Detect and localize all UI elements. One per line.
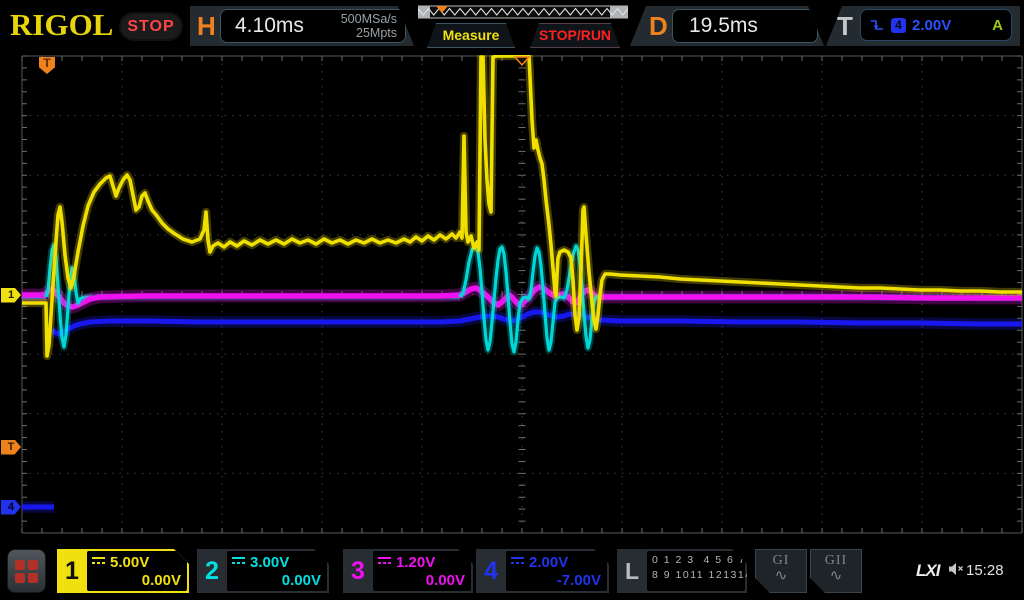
timebase-value: 4.10ms [235,14,304,38]
channel-3-box[interactable]: 3 1.20V 0.00V [343,549,473,593]
ch1-coupling-icon [92,557,105,567]
trigger-status: A [992,17,1003,34]
speaker-muted-icon [948,562,964,576]
ch2-scale: 3.00V [250,554,289,571]
oscilloscope-screen: T 1T4 RIGOL STOP H 4.10ms 500MSa/s 25Mpt… [0,0,1024,600]
channel-2-number: 2 [197,549,227,593]
horizontal-settings-tab[interactable]: H 4.10ms 500MSa/s 25Mpts [190,6,414,46]
delay-value: 19.5ms [689,14,758,38]
ch1-offset: 0.00V [92,572,181,592]
clock: 15:28 [966,562,1004,579]
ch4-offset: -7.00V [511,572,601,592]
lxi-indicator: LXI [916,561,939,581]
stop-run-button[interactable]: STOP/RUN [530,23,620,48]
channel-1-box[interactable]: 1 5.00V 0.00V [57,549,189,593]
ch2-coupling-icon [232,557,245,567]
acquisition-info: 500MSa/s 25Mpts [341,12,397,40]
trigger-settings-tab[interactable]: T 4 2.00V A [826,6,1020,46]
channel-4-number: 4 [476,549,506,593]
t-label: T [837,11,853,42]
ch3-offset: 0.00V [378,572,465,592]
channel-3-number: 3 [343,549,373,593]
channel-2-box[interactable]: 2 3.00V 0.00V [197,549,329,593]
delay-box[interactable]: 19.5ms [672,9,818,43]
ch1-scale: 5.00V [110,554,149,571]
trigger-slope-icon [869,18,885,32]
ch2-offset: 0.00V [232,572,321,592]
memory-depth: 25Mpts [356,26,397,40]
h-label: H [197,11,216,42]
memory-bar-left-cap [418,6,430,18]
main-menu-button[interactable] [7,549,46,593]
channel-1-number: 1 [57,549,87,593]
measure-button[interactable]: Measure [427,23,515,48]
ch3-coupling-icon [378,557,391,567]
waveform-display [0,0,1024,600]
sample-rate: 500MSa/s [341,12,397,26]
trigger-level-value: 2.00V [912,17,951,34]
ch4-scale: 2.00V [529,554,568,571]
run-state-badge: STOP [121,14,181,39]
logic-channels-row2: 8 9 1011 12131415 [652,569,739,582]
trigger-source-badge: 4 [891,18,906,33]
trigger-box[interactable]: 4 2.00V A [860,9,1012,41]
menu-icon [15,560,25,570]
delay-settings-tab[interactable]: D 19.5ms [630,6,824,46]
ch3-scale: 1.20V [396,554,435,571]
logic-analyzer-box[interactable]: L 0 1 2 3 4 5 6 7 8 9 1011 12131415 [617,549,747,593]
gen2-sine-icon: ∿ [810,569,862,583]
rigol-logo: RIGOL [10,7,113,43]
d-label: D [649,11,668,42]
memory-position-bar[interactable] [418,5,628,19]
timebase-box[interactable]: 4.10ms 500MSa/s 25Mpts [220,9,406,43]
logic-channels-row1: 0 1 2 3 4 5 6 7 [652,554,739,567]
ch4-coupling-icon [511,557,524,567]
channel-4-box[interactable]: 4 2.00V -7.00V [476,549,609,593]
logic-label: L [617,549,647,593]
gen1-sine-icon: ∿ [755,569,807,583]
